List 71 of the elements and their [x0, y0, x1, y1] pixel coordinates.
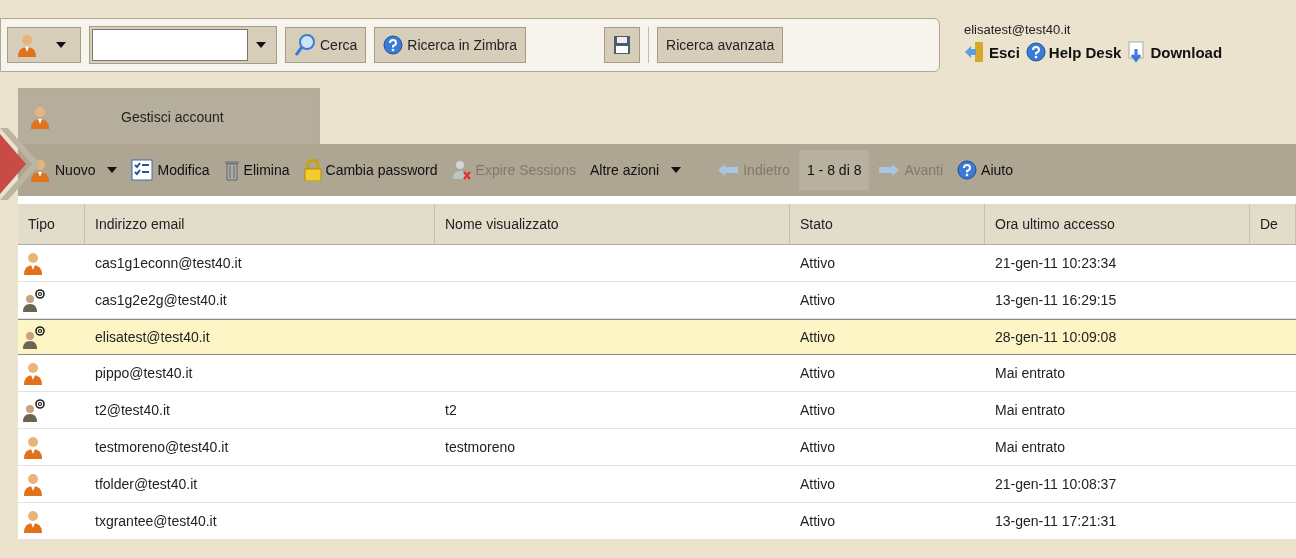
header-link[interactable]: Help Desk — [1025, 41, 1122, 63]
tab[interactable]: Gestisci account — [18, 88, 320, 144]
padlock-icon — [303, 159, 322, 181]
person-x-icon — [451, 159, 472, 181]
caret-icon — [56, 42, 66, 48]
toolbar-button[interactable]: Elimina — [218, 152, 295, 188]
person-at-icon — [22, 398, 46, 422]
table-cell: 13-gen-11 17:21:31 — [985, 503, 1250, 540]
toolbar-button[interactable]: Modifica — [126, 152, 215, 188]
exit-door-icon — [964, 41, 986, 63]
toolbar-button[interactable]: Aiuto — [952, 152, 1018, 188]
help-icon — [957, 160, 978, 180]
table-cell: t2 — [435, 392, 790, 429]
column-header[interactable]: Nome visualizzato — [435, 204, 790, 245]
table-cell: cas1g1econn@test40.it — [85, 245, 435, 282]
table-cell: txgrantee@test40.it — [85, 503, 435, 540]
search-button[interactable]: Cerca — [285, 27, 367, 63]
checklist-icon — [131, 159, 154, 181]
person-icon — [22, 435, 44, 459]
table-cell: 21-gen-11 10:23:34 — [985, 245, 1250, 282]
person-icon — [29, 104, 51, 129]
page-count: 1 - 8 di 8 — [798, 150, 870, 190]
table-cell: pippo@test40.it — [85, 355, 435, 392]
person-at-icon — [22, 288, 46, 312]
column-header[interactable]: Stato — [790, 204, 985, 245]
person-icon — [16, 33, 38, 57]
person-at-icon — [22, 325, 46, 349]
caret-icon — [671, 167, 682, 173]
column-header[interactable]: Tipo — [18, 204, 85, 245]
search-field[interactable] — [89, 26, 277, 64]
table-cell: Attivo — [790, 466, 985, 503]
column-header[interactable]: De — [1250, 204, 1296, 245]
table-cell: Attivo — [790, 355, 985, 392]
table-cell: t2@test40.it — [85, 392, 435, 429]
table-cell: Mai entrato — [985, 429, 1250, 466]
person-icon — [22, 509, 44, 533]
person-icon — [22, 472, 44, 496]
table-cell: Attivo — [790, 319, 985, 355]
table-cell: tfolder@test40.it — [85, 466, 435, 503]
caret-icon — [256, 42, 266, 48]
header-link[interactable]: Esci — [964, 41, 1020, 63]
header-link[interactable]: Download — [1127, 41, 1223, 63]
table-cell: Attivo — [790, 503, 985, 540]
column-header[interactable]: Ora ultimo accesso — [985, 204, 1250, 245]
help-icon — [383, 35, 404, 55]
table-cell: Attivo — [790, 392, 985, 429]
person-icon — [22, 361, 44, 385]
search-button[interactable]: Ricerca avanzata — [657, 27, 784, 63]
search-button[interactable]: Ricerca in Zimbra — [374, 27, 527, 63]
table-cell: Attivo — [790, 429, 985, 466]
trash-icon — [223, 159, 240, 181]
search-icon — [294, 33, 316, 57]
help-icon — [1025, 42, 1046, 62]
right-arrow-icon — [878, 163, 901, 177]
menu-button[interactable]: Altre azioni — [584, 152, 687, 188]
user-email: elisatest@test40.it — [964, 22, 1072, 37]
table-cell: testmoreno — [435, 429, 790, 466]
table-cell: elisatest@test40.it — [85, 319, 435, 355]
table-cell: testmoreno@test40.it — [85, 429, 435, 466]
person-icon — [22, 251, 44, 275]
left-arrow-icon — [717, 163, 740, 177]
table-cell — [1250, 319, 1296, 355]
caret-icon — [107, 167, 118, 173]
save-button[interactable] — [604, 27, 641, 63]
table-cell: Attivo — [790, 245, 985, 282]
table-cell: Mai entrato — [985, 392, 1250, 429]
toolbar-button[interactable]: Cambia password — [298, 152, 443, 188]
table-cell: Mai entrato — [985, 355, 1250, 392]
table-cell: 28-gen-11 10:09:08 — [985, 319, 1250, 355]
column-header[interactable]: Indirizzo email — [85, 204, 435, 245]
table-cell: 21-gen-11 10:08:37 — [985, 466, 1250, 503]
